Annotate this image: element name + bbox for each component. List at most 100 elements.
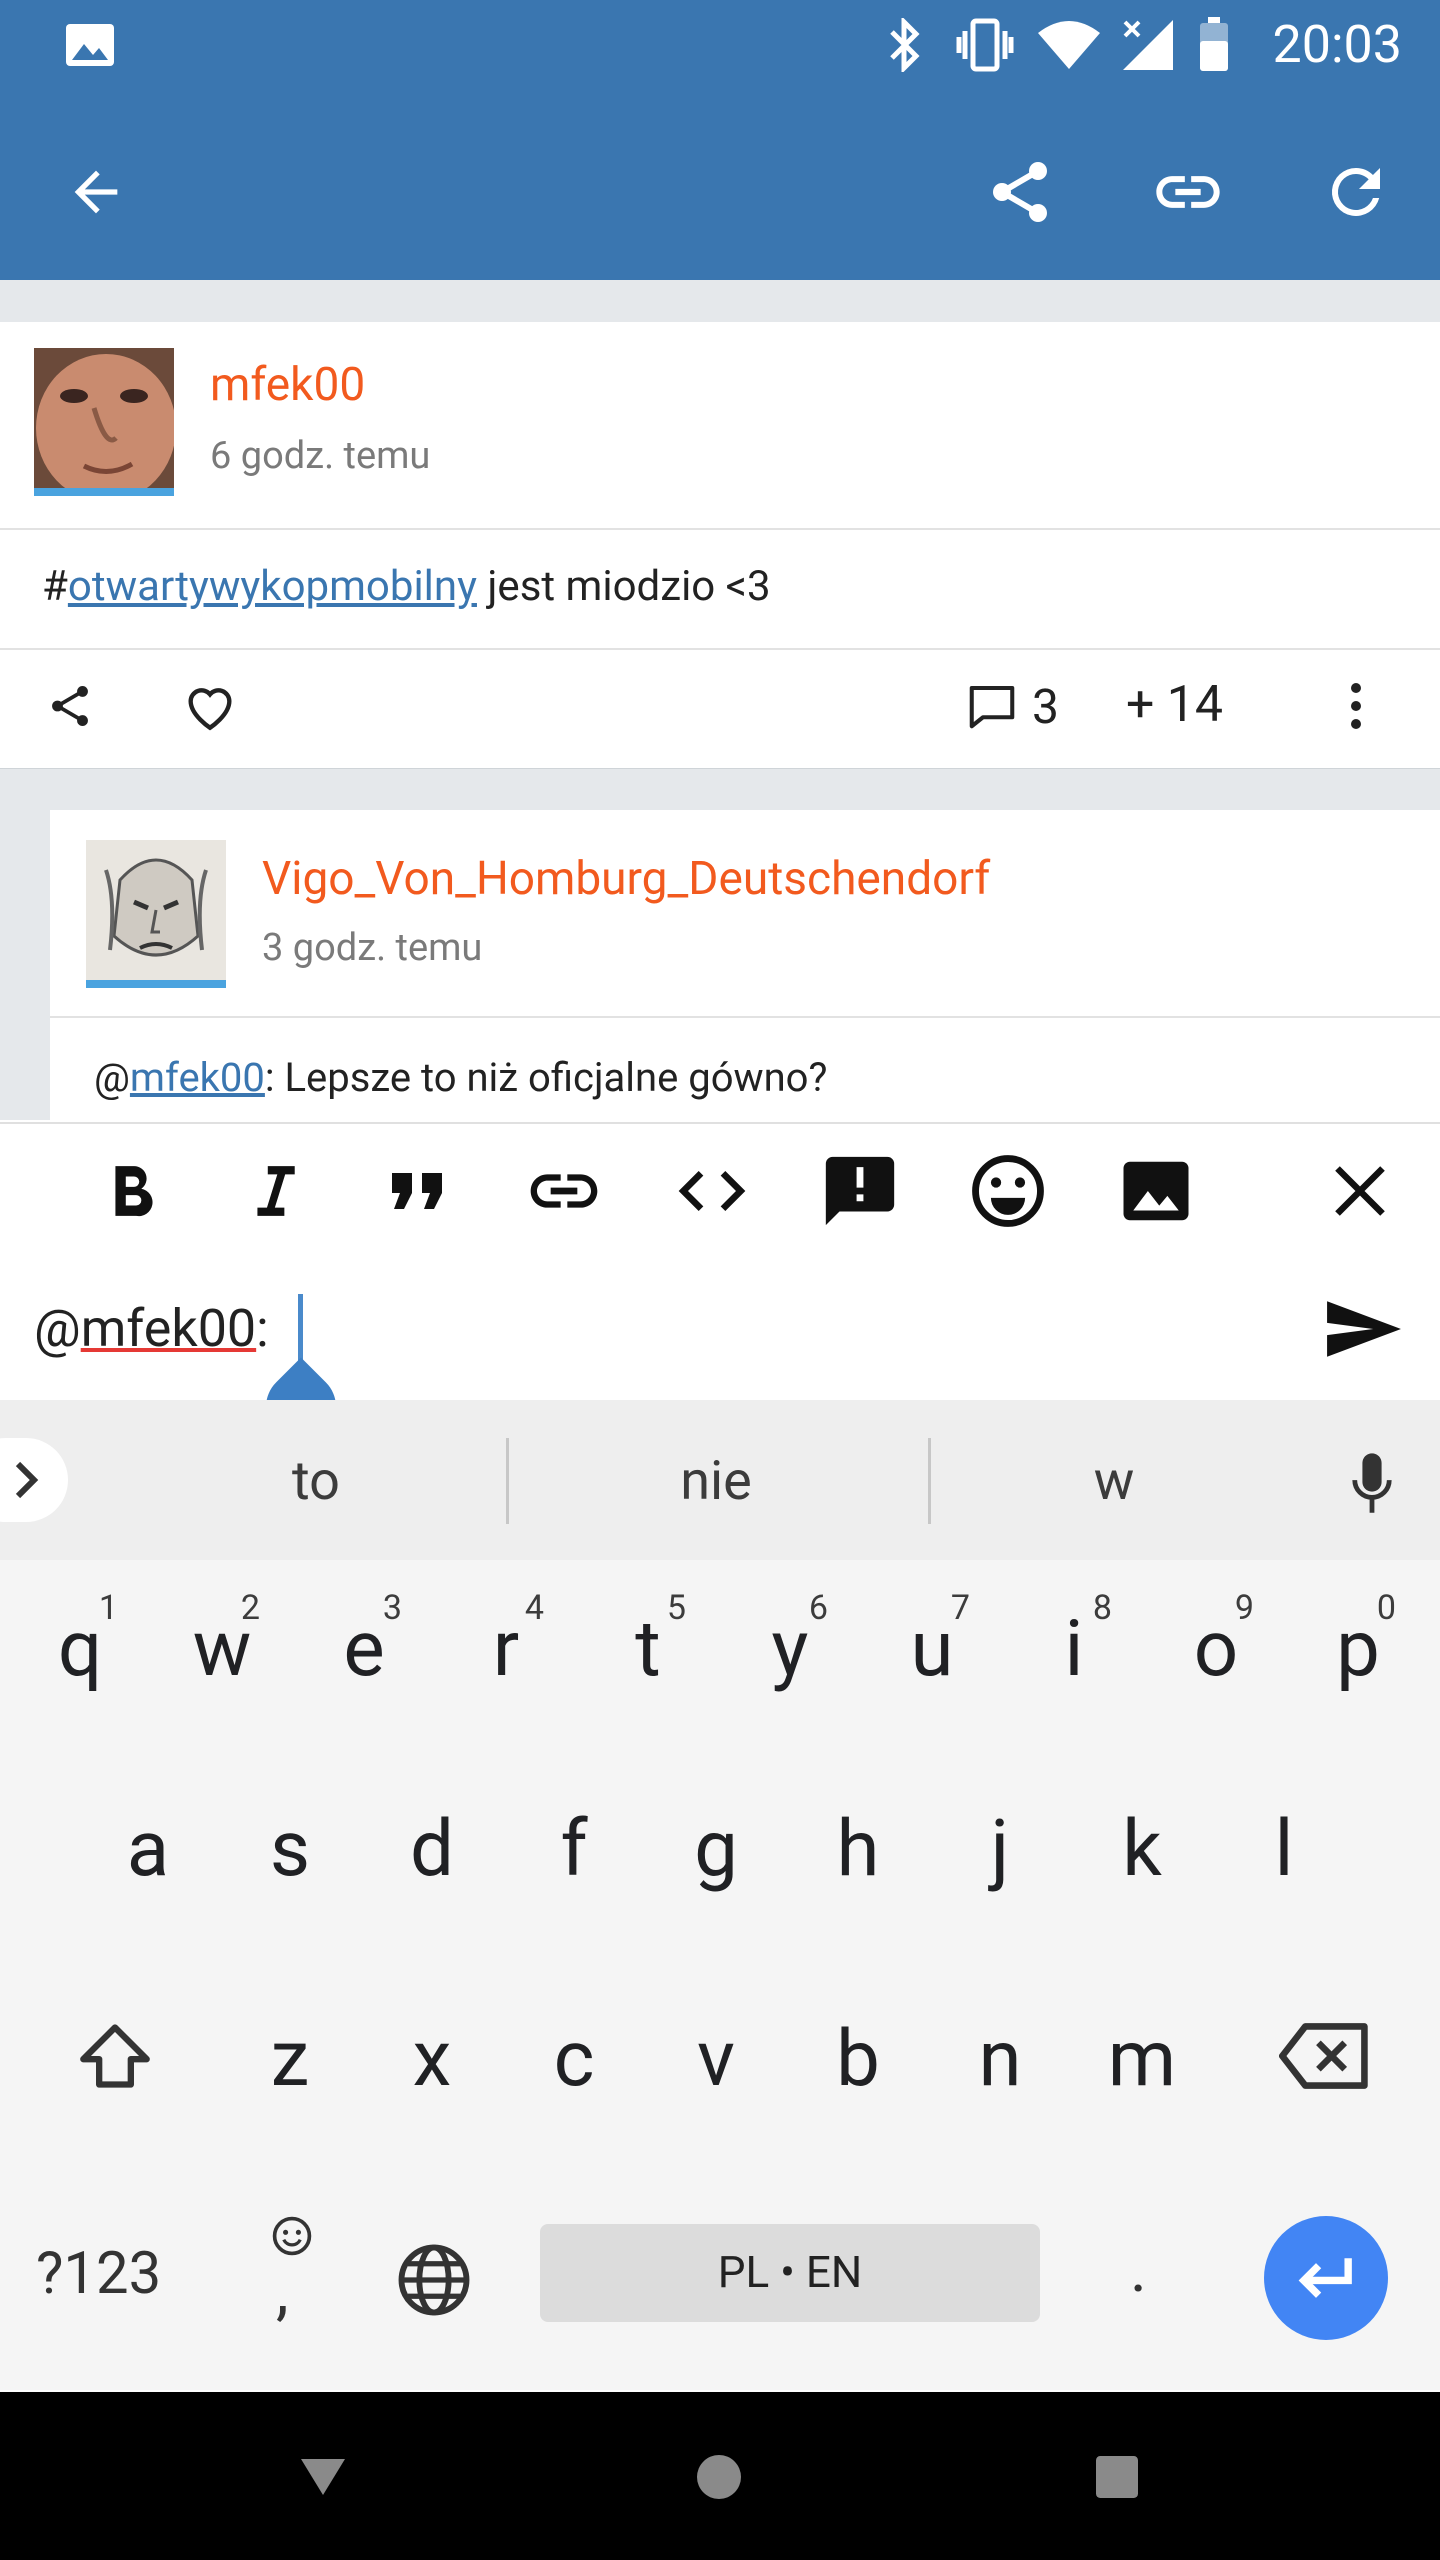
send-icon[interactable] — [1316, 1284, 1412, 1374]
vibrate-icon — [954, 14, 1016, 76]
key-l[interactable]: l — [1212, 1760, 1356, 1920]
key-d[interactable]: d — [360, 1760, 504, 1920]
shift-icon[interactable] — [40, 1992, 190, 2120]
more-vert-icon[interactable] — [1326, 674, 1386, 738]
avatar[interactable] — [86, 840, 226, 988]
period-key[interactable]: . — [1130, 2232, 1147, 2307]
emoji-icon[interactable] — [960, 1146, 1056, 1236]
recents-square-icon[interactable] — [1072, 2432, 1162, 2522]
at-prefix: @ — [34, 1298, 81, 1359]
home-circle-icon[interactable] — [674, 2432, 764, 2522]
key-label: q — [57, 1604, 103, 1695]
key-t[interactable]: 5t — [576, 1560, 720, 1720]
heart-icon[interactable] — [176, 672, 244, 740]
app-bar — [0, 90, 1440, 280]
key-z[interactable]: z — [218, 1970, 362, 2130]
key-h[interactable]: h — [786, 1760, 930, 1920]
comment-card: Vigo_Von_Homburg_Deutschendorf 3 godz. t… — [50, 810, 1440, 1120]
key-m[interactable]: m — [1070, 1970, 1214, 2130]
vote-count[interactable]: + 14 — [1126, 676, 1223, 734]
key-p[interactable]: 0p — [1286, 1560, 1430, 1720]
refresh-icon[interactable] — [1308, 144, 1404, 240]
suggestion[interactable]: w — [1028, 1450, 1200, 1513]
globe-icon[interactable] — [384, 2230, 484, 2330]
key-r[interactable]: 4r — [434, 1560, 578, 1720]
comma-emoji-key[interactable]: , — [252, 2214, 332, 2334]
signal-icon — [1120, 14, 1176, 76]
link-icon[interactable] — [1140, 144, 1236, 240]
enter-icon — [1298, 2258, 1352, 2298]
comment-author[interactable]: Vigo_Von_Homburg_Deutschendorf — [262, 852, 990, 906]
composer-input[interactable]: @mfek00: — [34, 1298, 269, 1359]
key-label: h — [836, 1804, 880, 1895]
post-card: mfek00 6 godz. temu #otwartywykopmobilny… — [0, 322, 1440, 768]
back-arrow-icon[interactable] — [48, 144, 144, 240]
expand-suggestions-button[interactable] — [0, 1438, 68, 1522]
comment-time: 3 godz. temu — [262, 926, 483, 970]
key-v[interactable]: v — [644, 1970, 788, 2130]
suggestion[interactable]: nie — [630, 1450, 802, 1513]
key-label: o — [1193, 1604, 1239, 1695]
key-label: m — [1107, 2014, 1177, 2105]
key-w[interactable]: 2w — [150, 1560, 294, 1720]
comments-count[interactable]: 3 — [1032, 678, 1059, 735]
image-icon[interactable] — [1108, 1146, 1204, 1236]
key-label: n — [978, 2014, 1022, 2105]
key-f[interactable]: f — [502, 1760, 646, 1920]
hash-prefix: # — [42, 562, 68, 611]
key-a[interactable]: a — [76, 1760, 220, 1920]
key-label: i — [1064, 1604, 1084, 1695]
comment-text: : Lepsze to niż oficjalne gówno? — [264, 1054, 828, 1101]
italic-icon[interactable] — [226, 1146, 322, 1236]
bold-icon[interactable] — [84, 1146, 180, 1236]
key-n[interactable]: n — [928, 1970, 1072, 2130]
post-body: #otwartywykopmobilny jest miodzio <3 — [42, 562, 771, 611]
quote-icon[interactable] — [370, 1146, 466, 1236]
key-g[interactable]: g — [644, 1760, 788, 1920]
comment-composer[interactable]: @mfek00: — [0, 1258, 1440, 1457]
backspace-icon[interactable] — [1250, 1992, 1400, 2120]
share-icon[interactable] — [36, 672, 104, 740]
status-bar: 20:03 — [0, 0, 1440, 90]
spacebar[interactable]: PL • EN — [540, 2224, 1040, 2322]
share-icon[interactable] — [972, 144, 1068, 240]
key-c[interactable]: c — [502, 1970, 646, 2130]
close-icon[interactable] — [1312, 1146, 1408, 1236]
code-icon[interactable] — [664, 1146, 760, 1236]
avatar[interactable] — [34, 348, 174, 496]
key-e[interactable]: 3e — [292, 1560, 436, 1720]
microphone-icon[interactable] — [1340, 1444, 1404, 1524]
key-o[interactable]: 9o — [1144, 1560, 1288, 1720]
key-label: l — [1274, 1804, 1294, 1895]
key-label: w — [192, 1604, 252, 1695]
post-author[interactable]: mfek00 — [210, 358, 365, 412]
key-i[interactable]: 8i — [1002, 1560, 1146, 1720]
key-k[interactable]: k — [1070, 1760, 1214, 1920]
key-label: b — [836, 2014, 880, 2105]
symbols-key[interactable]: ?123 — [36, 2240, 161, 2308]
link-icon[interactable] — [516, 1146, 612, 1236]
enter-key[interactable] — [1264, 2216, 1388, 2340]
format-toolbar — [0, 1122, 1440, 1260]
post-text: jest miodzio <3 — [476, 562, 771, 611]
key-x[interactable]: x — [360, 1970, 504, 2130]
key-y[interactable]: 6y — [718, 1560, 862, 1720]
divider — [0, 528, 1440, 530]
post-tag-link[interactable]: otwartywykopmobilny — [68, 562, 477, 611]
spoiler-icon[interactable] — [812, 1146, 908, 1236]
key-q[interactable]: 1q — [8, 1560, 152, 1720]
feed-gap — [0, 280, 1440, 323]
keyboard: 1q 2w 3e 4r 5t 6y 7u 8i 9o 0p a s d f g … — [0, 1560, 1440, 2390]
back-triangle-icon[interactable] — [278, 2432, 368, 2522]
key-b[interactable]: b — [786, 1970, 930, 2130]
key-label: a — [126, 1804, 170, 1895]
key-j[interactable]: j — [928, 1760, 1072, 1920]
key-label: s — [269, 1804, 311, 1895]
comment-icon[interactable] — [962, 674, 1022, 738]
feed-gap — [0, 768, 1440, 811]
key-u[interactable]: 7u — [860, 1560, 1004, 1720]
suggestion[interactable]: to — [230, 1450, 402, 1513]
key-s[interactable]: s — [218, 1760, 362, 1920]
mention-link[interactable]: mfek00 — [130, 1054, 265, 1101]
key-label: t — [635, 1604, 661, 1695]
